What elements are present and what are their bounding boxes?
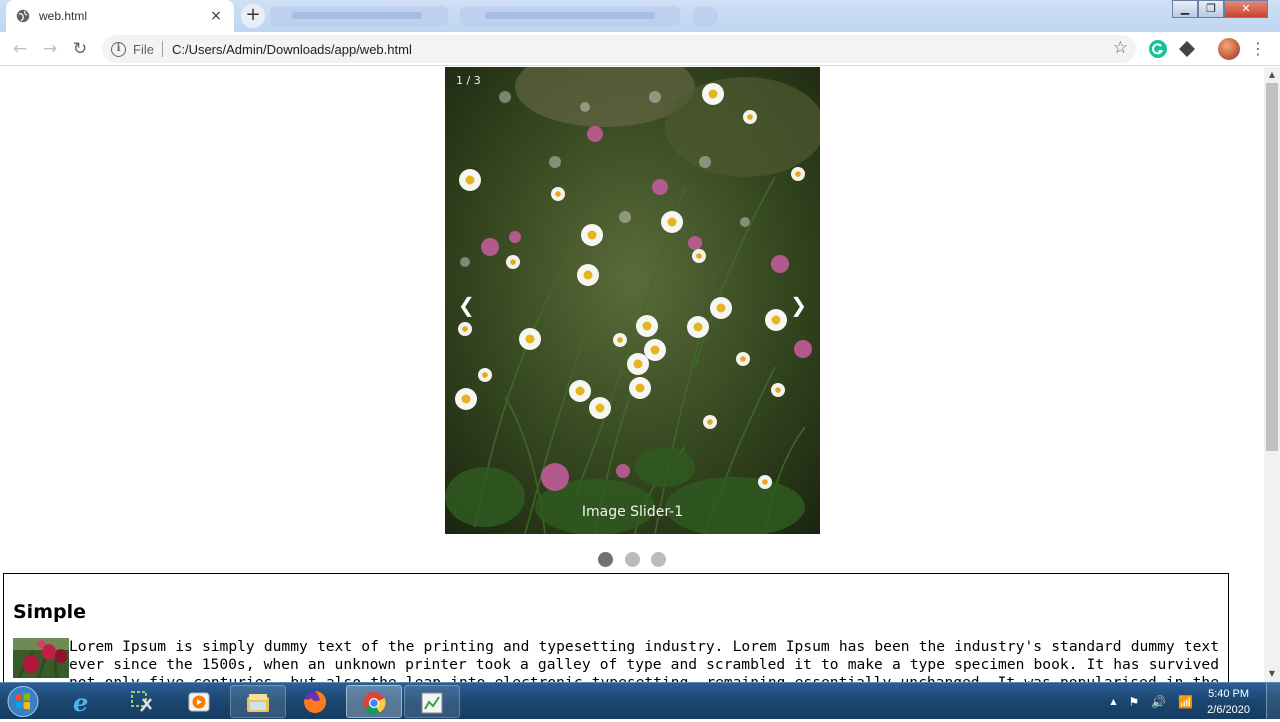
taskbar-tools[interactable]: [115, 685, 171, 718]
internet-explorer-icon: e: [73, 689, 88, 715]
taskbar-internet-explorer[interactable]: e: [57, 685, 113, 718]
window-controls: ▁ ❐ ✕: [1172, 0, 1268, 18]
taskbar-chrome[interactable]: [346, 685, 402, 718]
omnibox-divider: [161, 41, 163, 57]
profile-avatar[interactable]: [1218, 38, 1240, 60]
slideshow: 1 / 3 ❮ ❯ Image Slider-1: [445, 67, 820, 534]
grammarly-extension-icon[interactable]: [1149, 40, 1167, 58]
start-button[interactable]: [4, 685, 42, 718]
chrome-icon: [363, 692, 386, 714]
firefox-icon: [304, 690, 327, 713]
system-tray: ▲ ⚑ 🔊 📶 5:40 PM 2/6/2020: [1104, 683, 1250, 720]
extension-icon[interactable]: [1178, 40, 1196, 58]
action-center-flag-icon[interactable]: ⚑: [1129, 695, 1140, 709]
tab-title: web.html: [39, 9, 88, 23]
reload-button[interactable]: ↻: [68, 37, 92, 61]
address-bar[interactable]: i File C:/Users/Admin/Downloads/app/web.…: [102, 35, 1136, 63]
media-player-icon: [188, 692, 210, 712]
show-desktop-button[interactable]: [1266, 683, 1280, 720]
previous-slide-button[interactable]: ❮: [458, 293, 475, 317]
taskbar-file-explorer[interactable]: [230, 685, 286, 718]
new-tab-button[interactable]: +: [241, 4, 265, 28]
bookmark-star-icon[interactable]: ☆: [1113, 38, 1128, 58]
scroll-down-arrow-icon[interactable]: ▼: [1264, 666, 1280, 682]
tab-strip: web.html × + ▁ ❐ ✕: [0, 0, 1280, 32]
slide-dot-1[interactable]: [598, 552, 614, 567]
forward-button[interactable]: →: [38, 37, 62, 61]
page-scrollbar[interactable]: ▲ ▼: [1264, 67, 1280, 682]
tulip-thumbnail: [13, 638, 69, 678]
globe-icon: [16, 9, 30, 23]
windows-taskbar: e ▲ ⚑ 🔊 📶 5:40 PM 2/6/2020: [0, 682, 1280, 720]
slide-caption: Image Slider-1: [581, 504, 684, 520]
background-tab[interactable]: [692, 6, 718, 26]
browser-toolbar: ← → ↻ i File C:/Users/Admin/Downloads/ap…: [0, 32, 1280, 66]
background-tab-title-blur: [292, 12, 422, 19]
file-explorer-icon: [247, 694, 269, 712]
maximize-button[interactable]: ❐: [1198, 0, 1224, 18]
section-body: Lorem Ipsum is simply dummy text of the …: [13, 638, 1219, 682]
tab-web-html[interactable]: web.html ×: [6, 0, 234, 32]
svg-text:e: e: [73, 689, 88, 715]
web-page: 1 / 3 ❮ ❯ Image Slider-1 Simple Lorem Ip…: [0, 67, 1264, 682]
volume-icon[interactable]: 🔊: [1151, 695, 1166, 709]
content-section: Simple Lorem Ipsum is simply dummy text …: [3, 573, 1229, 682]
section-title: Simple: [13, 601, 86, 623]
taskbar-firefox[interactable]: [288, 685, 344, 718]
clock-date: 2/6/2020: [1207, 703, 1250, 716]
clock[interactable]: 5:40 PM 2/6/2020: [1207, 686, 1250, 718]
slide-dot-2[interactable]: [624, 552, 640, 567]
close-window-button[interactable]: ✕: [1224, 0, 1268, 18]
slide-dot-3[interactable]: [650, 552, 666, 567]
url-text[interactable]: C:/Users/Admin/Downloads/app/web.html: [172, 42, 412, 57]
section-text: Lorem Ipsum is simply dummy text of the …: [69, 638, 1219, 682]
slide-counter: 1 / 3: [456, 74, 481, 87]
scroll-thumb[interactable]: [1266, 83, 1278, 451]
clock-time: 5:40 PM: [1208, 687, 1250, 700]
slide-indicators: [0, 552, 1264, 571]
taskbar-editor[interactable]: [404, 685, 460, 718]
taskbar-media-player[interactable]: [172, 685, 228, 718]
network-signal-icon[interactable]: 📶: [1178, 695, 1193, 709]
next-slide-button[interactable]: ❯: [790, 293, 807, 317]
minimize-button[interactable]: ▁: [1172, 0, 1198, 18]
info-icon[interactable]: i: [111, 41, 126, 57]
editor-icon: [421, 692, 443, 714]
background-tab-title-blur: [485, 12, 655, 19]
scheme-label: File: [133, 41, 154, 57]
tab-close-icon[interactable]: ×: [208, 8, 224, 24]
flower-photo: [445, 67, 820, 534]
tray-expand-icon[interactable]: ▲: [1110, 697, 1116, 706]
tools-icon: [131, 691, 152, 712]
back-button[interactable]: ←: [8, 37, 32, 61]
scroll-up-arrow-icon[interactable]: ▲: [1264, 67, 1280, 83]
menu-kebab-icon[interactable]: ⋮: [1248, 37, 1268, 61]
